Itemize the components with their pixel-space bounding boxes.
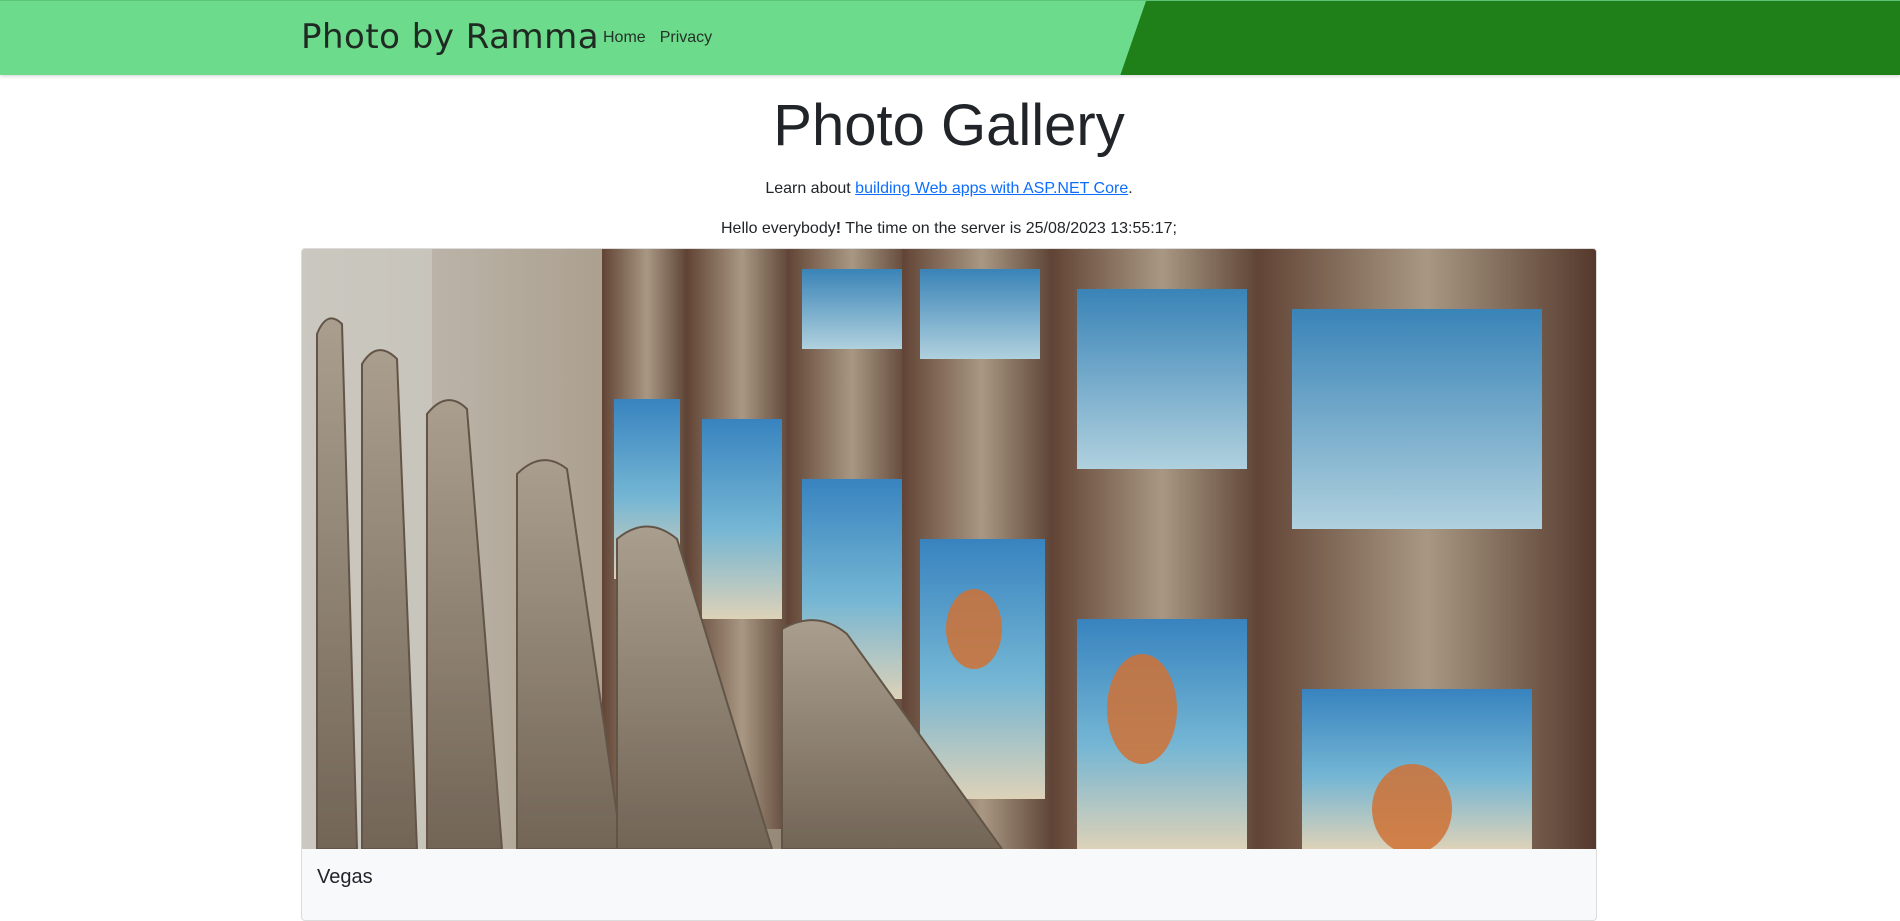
server-time-line: Hello everybody! The time on the server …	[301, 219, 1597, 239]
brand-link[interactable]: Photo by Ramma	[301, 15, 599, 59]
gallery-card[interactable]: Vegas	[301, 248, 1597, 921]
slot-machines-photo	[302, 249, 1596, 849]
navbar-accent-stripe	[1120, 1, 1900, 75]
main-content: Photo Gallery Learn about building Web a…	[301, 75, 1597, 921]
learn-about-prefix: Learn about	[765, 180, 856, 197]
learn-about-line: Learn about building Web apps with ASP.N…	[301, 179, 1597, 199]
greeting-text: Hello everybody	[721, 220, 836, 237]
nav-link-privacy[interactable]: Privacy	[660, 27, 720, 49]
aspnet-docs-link[interactable]: building Web apps with ASP.NET Core	[855, 180, 1128, 197]
nav-link-home[interactable]: Home	[603, 27, 654, 49]
learn-about-suffix: .	[1128, 180, 1133, 197]
card-caption: Vegas	[317, 866, 373, 888]
top-navbar: Photo by Ramma Home Privacy	[0, 0, 1900, 75]
page-title: Photo Gallery	[773, 93, 1125, 158]
server-time-text: The time on the server is 25/08/2023 13:…	[841, 220, 1177, 237]
nav-links: Home Privacy	[603, 27, 726, 49]
